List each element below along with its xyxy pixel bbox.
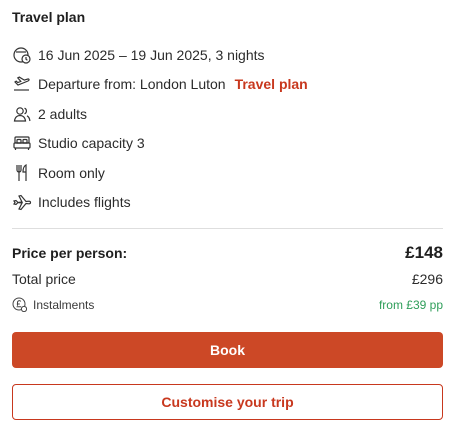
total-price-row: Total price £296 <box>12 271 443 287</box>
people-icon <box>12 104 32 124</box>
detail-room: Studio capacity 3 <box>12 132 145 154</box>
fork-knife-icon <box>12 163 32 183</box>
pound-coin-icon <box>12 297 27 312</box>
travel-plan-card: Travel plan 16 Jun 2025 – 19 Jun 2025, 3… <box>0 0 454 432</box>
detail-board: Room only <box>12 162 105 184</box>
customise-trip-button[interactable]: Customise your trip <box>12 384 443 420</box>
dates-text: 16 Jun 2025 – 19 Jun 2025, 3 nights <box>38 47 265 63</box>
card-title: Travel plan <box>12 9 86 25</box>
bed-icon <box>12 133 32 153</box>
detail-flights: Includes flights <box>12 191 131 213</box>
price-per-person-row: Price per person: £148 <box>12 243 443 263</box>
flights-text: Includes flights <box>38 194 131 210</box>
instalments-row: Instalments from £39 pp <box>12 297 443 312</box>
travel-plan-link[interactable]: Travel plan <box>235 76 308 92</box>
detail-departure: Departure from: London Luton Travel plan <box>12 73 308 95</box>
room-text: Studio capacity 3 <box>38 135 145 151</box>
board-text: Room only <box>38 165 105 181</box>
price-per-person-label: Price per person: <box>12 245 128 261</box>
guests-text: 2 adults <box>38 106 88 122</box>
instalments-left: Instalments <box>12 297 94 312</box>
total-price-label: Total price <box>12 271 76 287</box>
total-price-value: £296 <box>411 271 443 287</box>
book-button[interactable]: Book <box>12 332 443 368</box>
instalments-value: from £39 pp <box>378 297 443 312</box>
instalments-label: Instalments <box>33 297 95 312</box>
plane-icon <box>12 192 32 212</box>
plane-departure-icon <box>12 74 32 94</box>
calendar-clock-icon <box>12 45 32 65</box>
detail-dates: 16 Jun 2025 – 19 Jun 2025, 3 nights <box>12 44 265 66</box>
detail-guests: 2 adults <box>12 103 87 125</box>
price-per-person-value: £148 <box>405 243 443 262</box>
divider <box>12 228 443 229</box>
departure-text: Departure from: London Luton <box>38 76 226 92</box>
